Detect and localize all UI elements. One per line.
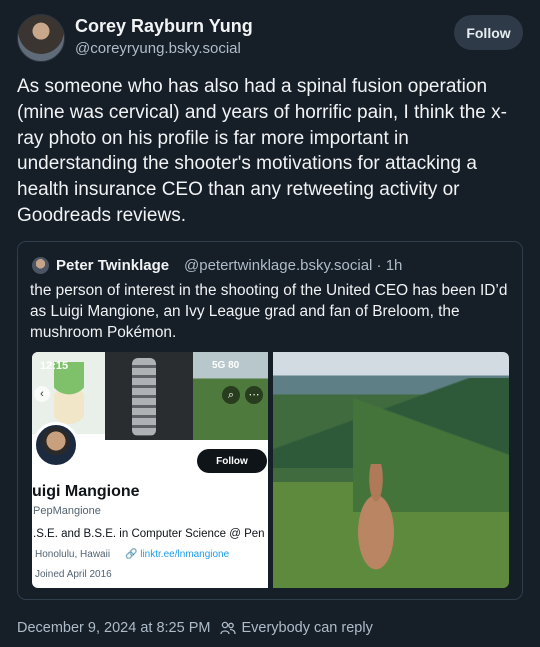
quote-author-name: Peter Twinklage [56,257,170,274]
screenshot-link-text: linktr.ee/lnmangione [140,549,230,560]
author-avatar[interactable] [17,14,65,62]
search-icon: ⌕ [222,386,240,404]
screenshot-handle: PepMangione [33,505,101,517]
quoted-post-card[interactable]: Peter Twinklage @petertwinklage.bsky.soc… [17,241,523,600]
post-meta: December 9, 2024 at 8:25 PM Everybody ca… [17,620,373,636]
screenshot-location: Honolulu, Hawaii [35,549,111,560]
people-icon [220,621,237,635]
spine-xray [132,358,156,436]
link-icon: 🔗 [125,549,138,560]
reply-setting: Everybody can reply [241,620,373,636]
profile-picture [33,422,79,468]
status-time: 12:15 [40,360,69,372]
status-signal: 5G 80 [212,360,240,371]
author-name[interactable]: Corey Rayburn Yung [75,16,253,37]
screenshot-bio: .S.E. and B.S.E. in Computer Science @ P… [33,528,265,540]
screenshot-follow-button: Follow [197,449,267,473]
screenshot-link: 🔗 linktr.ee/lnmangione [125,549,229,560]
screenshot-name: uigi Mangione [32,483,140,500]
quote-text: the person of interest in the shooting o… [30,282,508,341]
follow-button[interactable]: Follow [454,15,523,50]
quote-author-handle: @petertwinklage.bsky.social · 1h [184,257,403,274]
quote-image-profile-screenshot[interactable]: 12:15 5G 80 ‹ ⌕ ⋯ Follow uigi Mangione P… [32,352,268,588]
post-text: As someone who has also had a spinal fus… [17,76,507,226]
quote-author-avatar [32,257,49,274]
post-timestamp[interactable]: December 9, 2024 at 8:25 PM [17,620,210,636]
author-handle[interactable]: @coreyryung.bsky.social [75,40,241,57]
quote-image-hiking-photo[interactable] [273,352,509,588]
back-arrow-icon: ‹ [34,386,50,402]
hiker-figure [343,464,409,588]
screenshot-joined: Joined April 2016 [35,569,112,580]
more-icon: ⋯ [245,386,263,404]
